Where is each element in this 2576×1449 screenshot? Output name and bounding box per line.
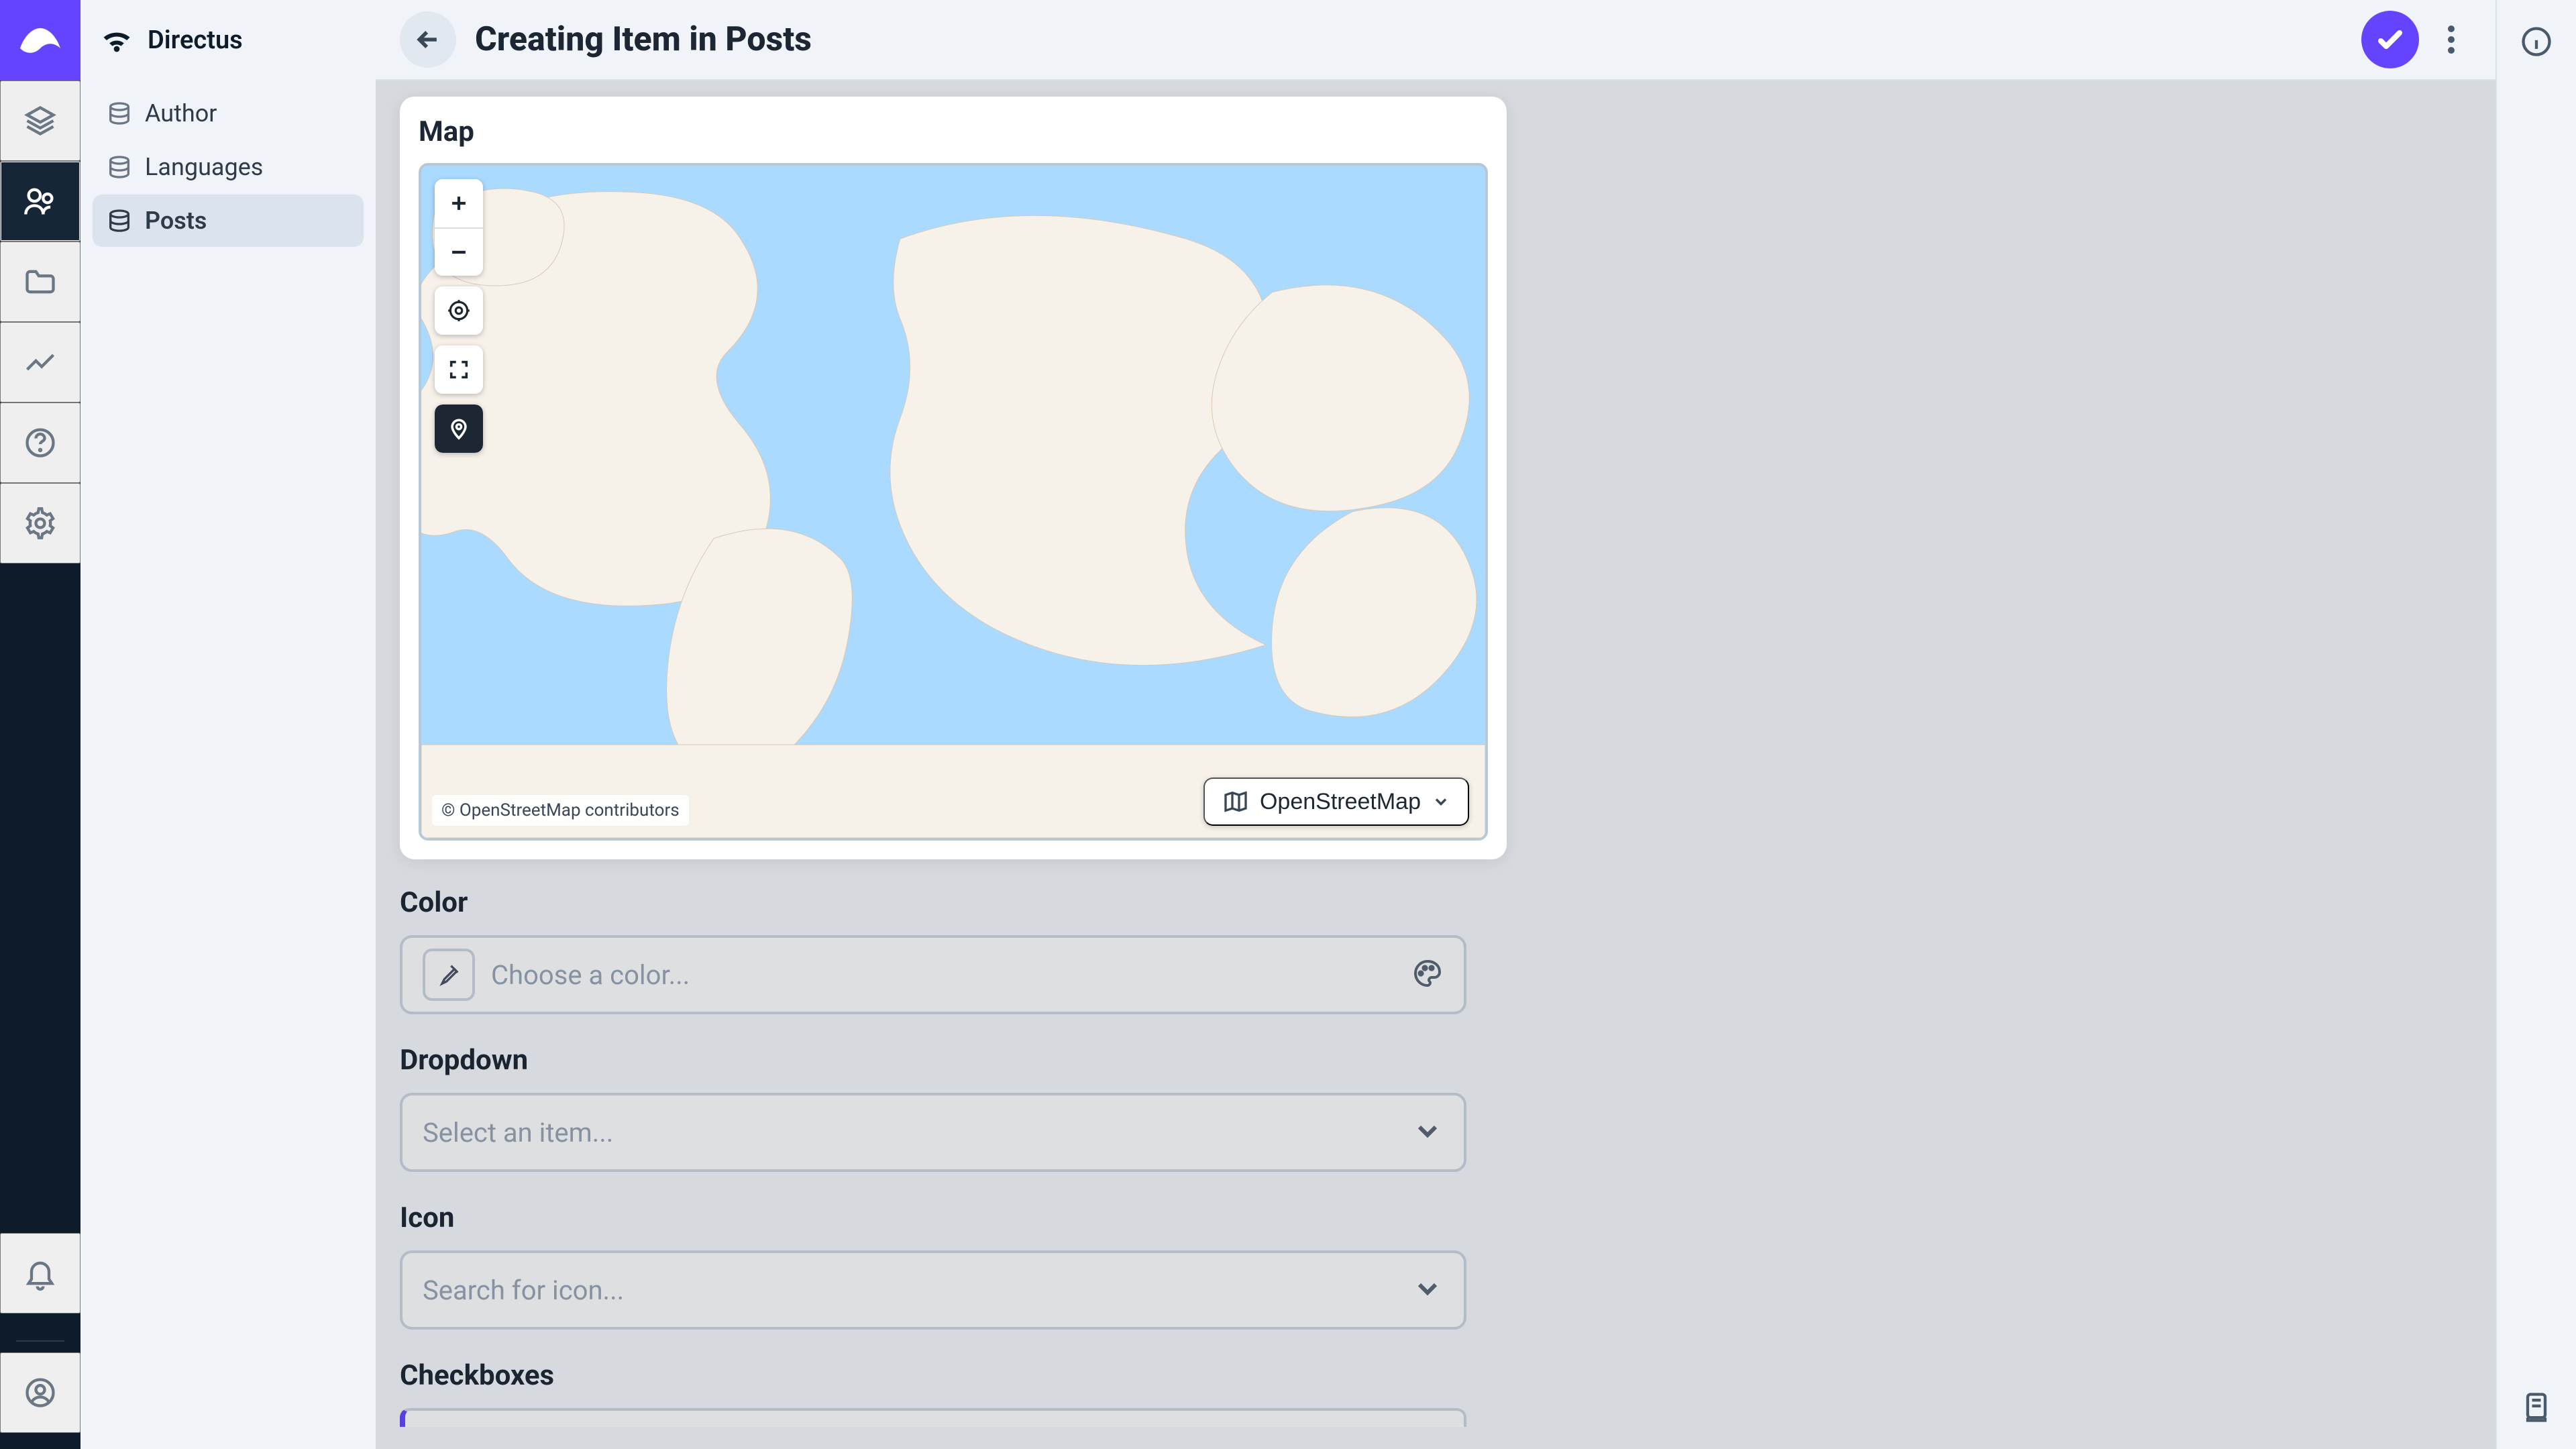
color-field-label: Color — [400, 886, 2471, 919]
chevron-down-icon — [1411, 1115, 1444, 1150]
color-input[interactable]: Choose a color... — [400, 935, 1466, 1014]
dropdown-input[interactable]: Select an item... — [400, 1093, 1466, 1172]
brand-name: Directus — [148, 25, 243, 55]
page-title: Creating Item in Posts — [475, 20, 2343, 59]
eyedropper-button[interactable] — [423, 949, 475, 1001]
map-attribution: © OpenStreetMap contributors — [432, 795, 689, 826]
notifications-button[interactable] — [0, 1233, 80, 1313]
module-settings[interactable] — [0, 483, 80, 564]
dropdown-placeholder: Select an item... — [423, 1117, 1395, 1148]
checkboxes-field-label: Checkboxes — [400, 1359, 2471, 1392]
module-users[interactable] — [0, 161, 80, 241]
info-icon[interactable] — [2519, 24, 2554, 59]
nav-item-label: Author — [145, 99, 217, 127]
dropdown-field-label: Dropdown — [400, 1044, 2471, 1077]
collection-nav: Author Languages Posts — [80, 80, 376, 254]
database-icon — [106, 154, 133, 180]
map-canvas[interactable]: © OpenStreetMap contributors OpenStreetM… — [419, 163, 1488, 841]
color-placeholder: Choose a color... — [491, 959, 1395, 991]
module-files[interactable] — [0, 241, 80, 322]
database-icon — [106, 207, 133, 234]
more-options-button[interactable] — [2431, 11, 2471, 68]
save-button[interactable] — [2361, 11, 2419, 68]
icon-placeholder: Search for icon... — [423, 1275, 1395, 1306]
back-button[interactable] — [400, 11, 456, 68]
drop-pin-button[interactable] — [435, 405, 483, 453]
zoom-in-button[interactable] — [435, 179, 483, 227]
world-map-image — [421, 166, 1485, 838]
fit-bounds-button[interactable] — [435, 345, 483, 394]
app-logo[interactable] — [0, 0, 80, 80]
module-insights[interactable] — [0, 322, 80, 402]
palette-icon[interactable] — [1411, 957, 1444, 992]
topbar: Creating Item in Posts — [376, 0, 2496, 80]
module-docs[interactable] — [0, 402, 80, 483]
account-button[interactable] — [0, 1352, 80, 1433]
module-content[interactable] — [0, 80, 80, 161]
revisions-icon[interactable] — [2519, 1390, 2554, 1425]
form-scroll[interactable]: Map — [376, 80, 2496, 1449]
map-field: Map — [400, 97, 1507, 859]
connectivity-icon — [99, 23, 134, 58]
nav-item-author[interactable]: Author — [93, 87, 364, 140]
chevron-down-icon — [1432, 792, 1450, 811]
locate-me-button[interactable] — [435, 286, 483, 335]
map-field-label: Map — [419, 115, 1488, 148]
icon-input[interactable]: Search for icon... — [400, 1250, 1466, 1330]
zoom-control — [435, 179, 483, 276]
chevron-down-icon — [1411, 1273, 1444, 1307]
rail-divider — [16, 1340, 64, 1342]
nav-item-posts[interactable]: Posts — [93, 195, 364, 247]
nav-item-languages[interactable]: Languages — [93, 141, 364, 193]
checkboxes-input[interactable] — [400, 1408, 1466, 1427]
brand: Directus — [80, 0, 376, 80]
database-icon — [106, 100, 133, 127]
right-rail — [2496, 0, 2576, 1449]
map-icon — [1222, 788, 1249, 815]
dropdown-field: Dropdown Select an item... — [400, 1044, 2471, 1172]
zoom-out-button[interactable] — [435, 227, 483, 276]
main-area: Creating Item in Posts Map — [376, 0, 2496, 1449]
map-controls — [435, 179, 483, 453]
basemap-label: OpenStreetMap — [1260, 789, 1421, 815]
module-rail — [0, 0, 80, 1449]
basemap-picker[interactable]: OpenStreetMap — [1203, 777, 1469, 826]
nav-item-label: Posts — [145, 207, 207, 235]
icon-field: Icon Search for icon... — [400, 1201, 2471, 1330]
checkboxes-field: Checkboxes — [400, 1359, 2471, 1427]
icon-field-label: Icon — [400, 1201, 2471, 1234]
color-field: Color Choose a color... — [400, 886, 2471, 1014]
nav-item-label: Languages — [145, 153, 263, 181]
collection-sidebar: Directus Author Languages Posts — [80, 0, 376, 1449]
